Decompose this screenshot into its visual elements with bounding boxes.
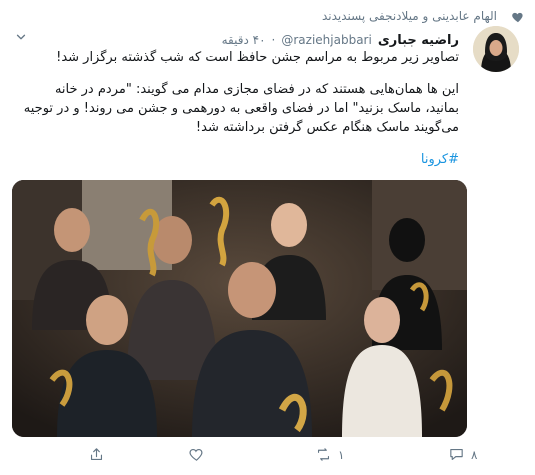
tweet-actions: ۸ ۱ xyxy=(0,440,535,470)
avatar[interactable] xyxy=(473,26,519,72)
heart-icon xyxy=(512,12,523,23)
separator-dot: · xyxy=(271,33,276,47)
reply-button[interactable]: ۸ xyxy=(448,446,477,463)
like-button[interactable] xyxy=(188,446,211,463)
like-icon xyxy=(189,448,203,461)
retweet-icon xyxy=(317,448,330,461)
retweet-button[interactable]: ۱ xyxy=(315,446,344,463)
tweet-header: راضیه جباری @raziehjabbari · ۴۰ دقیقه xyxy=(222,30,459,50)
share-icon xyxy=(90,448,103,461)
avatar-image xyxy=(473,26,519,72)
hashtag-link[interactable]: #کرونا xyxy=(421,152,459,167)
tweet-text: تصاویر زیر مربوط به مراسم جشن حافظ است ک… xyxy=(20,48,459,182)
author-display-name[interactable]: راضیه جباری xyxy=(378,33,459,48)
tweet-card[interactable]: الهام عابدینی و میلادنجفی پسندیدند راضیه… xyxy=(0,0,535,475)
retweet-count: ۱ xyxy=(338,447,345,462)
author-handle[interactable]: @raziehjabbari xyxy=(281,33,371,47)
tweet-photo[interactable] xyxy=(12,180,467,437)
caret-down-icon[interactable] xyxy=(14,30,28,44)
event-group-photo xyxy=(12,180,467,437)
reply-count: ۸ xyxy=(471,447,478,462)
share-button[interactable] xyxy=(88,446,105,463)
reply-icon xyxy=(450,448,463,461)
tweet-timestamp[interactable]: ۴۰ دقیقه xyxy=(222,33,266,47)
tweet-text-line-2: این ها همان‌هایی هستند که در فضای مجازی … xyxy=(23,82,459,135)
social-context[interactable]: الهام عابدینی و میلادنجفی پسندیدند xyxy=(322,9,497,23)
tweet-text-line-1: تصاویر زیر مربوط به مراسم جشن حافظ است ک… xyxy=(56,50,459,65)
